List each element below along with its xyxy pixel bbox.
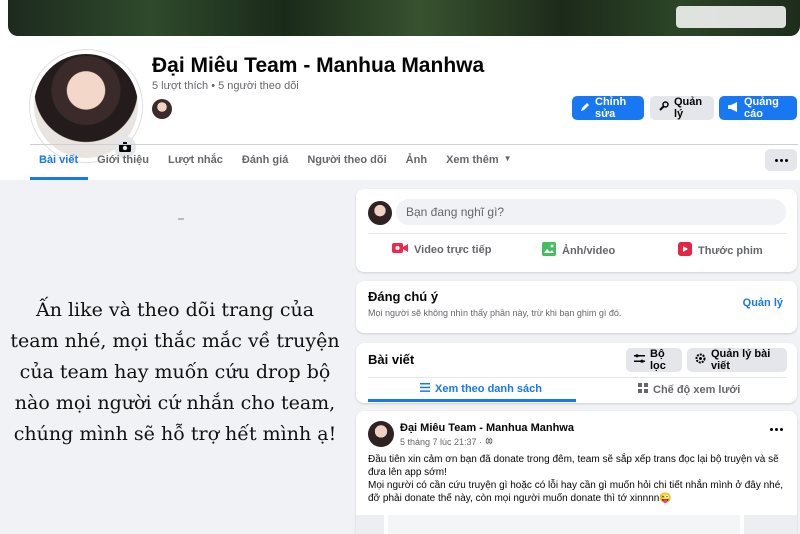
post-media[interactable] xyxy=(356,515,797,534)
list-view-label: Xem theo danh sách xyxy=(435,383,542,395)
post-body: Đầu tiên xin cảm ơn bạn đã donate trong … xyxy=(368,454,784,504)
page-tabs: Bài viết Giới thiệu Lượt nhắc Đánh giá N… xyxy=(30,150,522,180)
post-author-avatar[interactable] xyxy=(368,421,394,447)
manage-posts-label: Quản lý bài viết xyxy=(711,348,771,372)
reel-button[interactable]: Thước phim xyxy=(678,242,763,259)
grid-view-tab[interactable]: Chế độ xem lưới xyxy=(638,383,740,396)
edit-page-label: Chỉnh sửa xyxy=(595,96,627,120)
photo-icon xyxy=(542,242,556,259)
post-timestamp[interactable]: 5 tháng 7 lúc 21:37 · xyxy=(400,437,493,447)
caret-down-icon: ▼ xyxy=(503,154,512,163)
tab-mentions[interactable]: Lượt nhắc xyxy=(159,150,233,180)
manage-posts-button[interactable]: Quản lý bài viết xyxy=(687,348,787,372)
reel-label: Thước phim xyxy=(698,244,763,257)
photo-video-button[interactable]: Ảnh/video xyxy=(542,242,615,259)
dot xyxy=(774,158,778,162)
live-video-button[interactable]: Video trực tiếp xyxy=(392,242,491,257)
active-tab-indicator xyxy=(368,399,576,402)
edit-page-button[interactable]: Chỉnh sửa xyxy=(572,96,644,120)
tab-followers[interactable]: Người theo dõi xyxy=(298,150,396,180)
composer-input[interactable]: Bạn đang nghĩ gì? xyxy=(396,199,786,225)
megaphone-icon xyxy=(727,101,739,115)
featured-manage-link[interactable]: Quản lý xyxy=(743,297,783,309)
post-author[interactable]: Đại Miêu Team - Manhua Manhwa xyxy=(400,422,574,434)
page-header: Đại Miêu Team - Manhua Manhwa 5 lượt thí… xyxy=(0,36,800,180)
more-options-button[interactable] xyxy=(765,149,797,171)
left-panel: Ấn like và theo dõi trang của team nhé, … xyxy=(0,180,345,534)
post-composer: Bạn đang nghĩ gì? Video trực tiếp Ảnh/vi… xyxy=(356,189,797,272)
grid-icon xyxy=(638,383,648,396)
edit-cover-button[interactable] xyxy=(676,6,786,28)
tab-photos[interactable]: Ảnh xyxy=(397,150,437,180)
tab-reviews[interactable]: Đánh giá xyxy=(233,150,298,180)
gear-icon xyxy=(695,353,706,367)
globe-icon xyxy=(485,437,493,447)
filter-button[interactable]: Bộ lọc xyxy=(626,348,682,372)
composer-avatar[interactable] xyxy=(368,201,392,225)
composer-divider xyxy=(368,233,786,234)
post-image[interactable] xyxy=(388,515,740,534)
tab-more[interactable]: Xem thêm ▼ xyxy=(437,150,522,180)
overlay-message: Ấn like và theo dõi trang của team nhé, … xyxy=(10,299,340,445)
ads-button[interactable]: Quảng cáo xyxy=(719,96,797,120)
post-image[interactable] xyxy=(744,515,797,534)
list-icon xyxy=(420,383,430,395)
ads-label: Quảng cáo xyxy=(744,96,779,120)
posts-title: Bài viết xyxy=(368,352,415,367)
filter-label: Bộ lọc xyxy=(650,348,666,372)
dot xyxy=(770,428,773,431)
featured-title: Đáng chú ý xyxy=(368,289,439,304)
posts-divider xyxy=(368,377,786,378)
post-image[interactable] xyxy=(356,515,384,534)
manage-label: Quản lý xyxy=(674,96,703,120)
pencil-icon xyxy=(580,102,590,115)
tab-more-label: Xem thêm xyxy=(446,154,499,166)
header-divider xyxy=(30,144,798,145)
page-stats[interactable]: 5 lượt thích • 5 người theo dõi xyxy=(152,80,299,92)
video-camera-icon xyxy=(392,242,408,257)
grid-view-label: Chế độ xem lưới xyxy=(653,383,741,396)
cover-area xyxy=(0,0,800,36)
photo-video-label: Ảnh/video xyxy=(562,244,616,257)
list-view-tab[interactable]: Xem theo danh sách xyxy=(420,383,542,395)
post-card: Đại Miêu Team - Manhua Manhwa 5 tháng 7 … xyxy=(356,411,797,534)
live-video-label: Video trực tiếp xyxy=(414,243,492,256)
post-options-button[interactable] xyxy=(770,428,783,431)
post-time-text: 5 tháng 7 lúc 21:37 · xyxy=(400,437,483,447)
featured-section: Đáng chú ý Mọi người sẽ không nhìn thấy … xyxy=(356,281,797,333)
wrench-icon xyxy=(658,101,669,115)
tab-posts[interactable]: Bài viết xyxy=(30,150,89,180)
dot xyxy=(780,428,783,431)
follower-avatar[interactable] xyxy=(152,99,172,119)
filter-icon xyxy=(634,354,645,366)
reel-icon xyxy=(678,242,692,259)
dot xyxy=(775,428,778,431)
tab-about[interactable]: Giới thiệu xyxy=(88,150,159,180)
decorative-mark xyxy=(178,218,184,220)
manage-button[interactable]: Quản lý xyxy=(650,96,714,120)
dot xyxy=(784,158,788,162)
featured-subtitle: Mọi người sẽ không nhìn thấy phần này, t… xyxy=(368,308,622,318)
page-title: Đại Miêu Team - Manhua Manhwa xyxy=(152,54,485,77)
dot xyxy=(779,158,783,162)
posts-section: Bài viết Bộ lọc Quản lý bài viết Xem the… xyxy=(356,343,797,403)
